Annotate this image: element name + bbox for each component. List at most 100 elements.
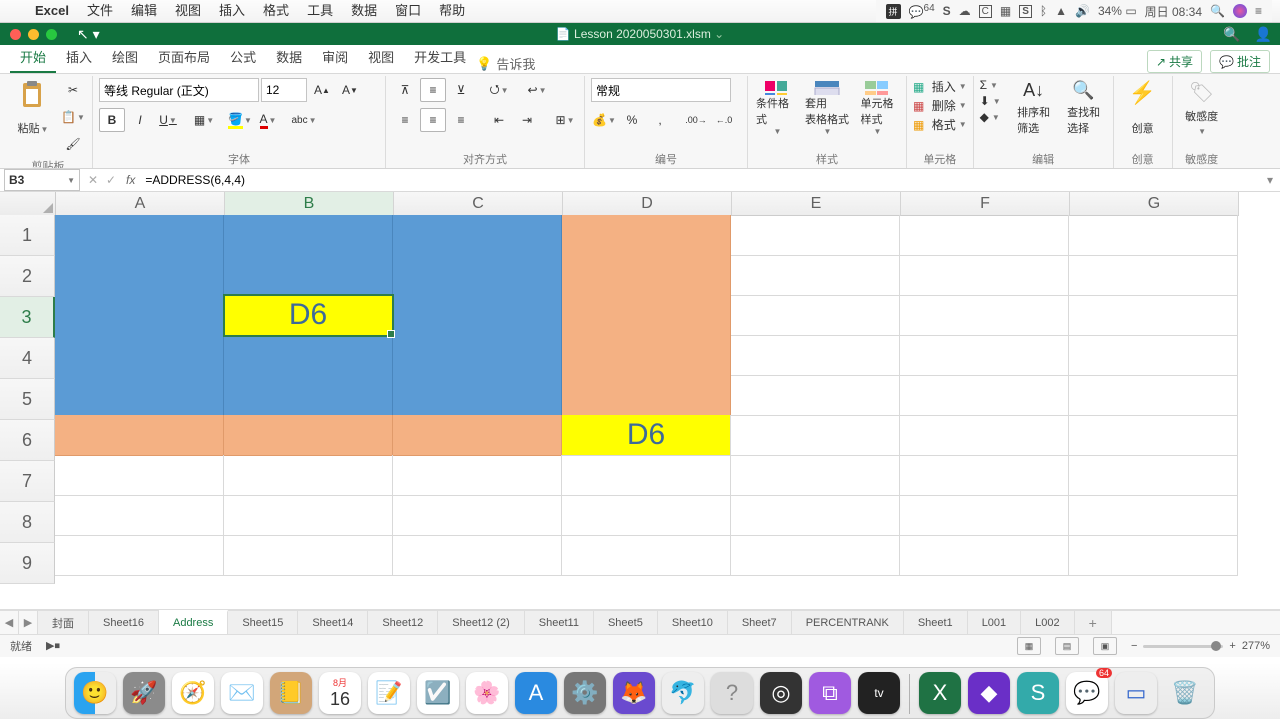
delete-cells-button[interactable]: ▦ 删除▼: [913, 97, 967, 114]
select-all-corner[interactable]: [0, 192, 56, 216]
dock-settings[interactable]: ⚙️: [564, 672, 606, 714]
spreadsheet-grid[interactable]: A B C D E F G 1 2 3 4 5 6 7 8 9 D6 D6: [0, 192, 1280, 610]
col-header-g[interactable]: G: [1070, 192, 1239, 216]
increase-decimal-button[interactable]: .00→: [683, 108, 709, 132]
col-header-d[interactable]: D: [563, 192, 732, 216]
sheet-tab[interactable]: Sheet14: [298, 611, 368, 634]
dock-appletv[interactable]: tv: [858, 672, 900, 714]
font-size-combo[interactable]: [261, 78, 307, 102]
align-top-button[interactable]: ⊼: [392, 78, 418, 102]
menu-insert[interactable]: 插入: [210, 0, 254, 22]
wrap-text-button[interactable]: ↩▼: [524, 78, 550, 102]
fill-color-button[interactable]: 🪣▼: [227, 108, 253, 132]
sheet-tab[interactable]: Sheet7: [728, 611, 792, 634]
app-name[interactable]: Excel: [26, 0, 78, 22]
cut-button[interactable]: ✂: [60, 78, 86, 102]
font-name-combo[interactable]: [99, 78, 259, 102]
dock-excel[interactable]: X: [919, 672, 961, 714]
dock-mail[interactable]: ✉️: [221, 672, 263, 714]
tab-review[interactable]: 审阅: [312, 41, 358, 73]
zoom-level[interactable]: 277%: [1242, 640, 1270, 652]
format-cells-button[interactable]: ▦ 格式▼: [913, 116, 967, 133]
sheet-nav-prev[interactable]: ◀: [0, 611, 19, 634]
expand-formula-button[interactable]: ▾: [1260, 173, 1280, 187]
format-table-button[interactable]: 套用 表格格式▼: [804, 78, 850, 138]
cursor-tool[interactable]: ↖ ▾: [77, 26, 100, 43]
align-left-button[interactable]: ≡: [392, 108, 418, 132]
sheet-tab[interactable]: Sheet15: [228, 611, 298, 634]
wifi-icon[interactable]: ▲: [1055, 4, 1067, 18]
tab-layout[interactable]: 页面布局: [148, 41, 220, 73]
clock[interactable]: 周日 08:34: [1145, 3, 1202, 20]
conditional-format-button[interactable]: 条件格式▼: [754, 78, 800, 138]
col-header-b[interactable]: B: [225, 192, 394, 217]
dock-safari[interactable]: 🧭: [172, 672, 214, 714]
menu-view[interactable]: 视图: [166, 0, 210, 22]
row-header-5[interactable]: 5: [0, 379, 55, 420]
decrease-font-button[interactable]: A▼: [337, 78, 363, 102]
decrease-decimal-button[interactable]: ←.0: [711, 108, 737, 132]
dock-contacts[interactable]: 📒: [270, 672, 312, 714]
tell-me[interactable]: 💡告诉我: [476, 54, 535, 73]
comments-button[interactable]: 💬批注: [1210, 50, 1270, 73]
enter-formula-button[interactable]: ✓: [102, 173, 120, 187]
tab-insert[interactable]: 插入: [56, 41, 102, 73]
tab-formulas[interactable]: 公式: [220, 41, 266, 73]
apple-menu[interactable]: [8, 0, 26, 22]
col-header-f[interactable]: F: [901, 192, 1070, 216]
border-button[interactable]: ▦▼: [191, 108, 217, 132]
sheet-tab[interactable]: Sheet1: [904, 611, 968, 634]
dock-photos[interactable]: 🌸: [466, 672, 508, 714]
dock-podcasts[interactable]: ⧉: [809, 672, 851, 714]
s-icon[interactable]: S: [943, 4, 951, 18]
name-box[interactable]: B3▼: [4, 169, 80, 191]
menu-data[interactable]: 数据: [342, 0, 386, 22]
zoom-control[interactable]: − + 277%: [1131, 640, 1270, 652]
notification-center-icon[interactable]: ≡: [1255, 4, 1262, 18]
sheet-tab[interactable]: 封面: [38, 611, 89, 634]
sheet-tab[interactable]: L001: [968, 611, 1021, 634]
sheet-tab[interactable]: Sheet10: [658, 611, 728, 634]
dock-firefox[interactable]: 🦊: [613, 672, 655, 714]
dock-appstore[interactable]: A: [515, 672, 557, 714]
minimize-window-button[interactable]: [28, 29, 39, 40]
tab-draw[interactable]: 绘图: [102, 41, 148, 73]
dock-finder[interactable]: 🙂: [74, 672, 116, 714]
row-header-4[interactable]: 4: [0, 338, 55, 379]
macro-icon[interactable]: ▶⏹: [46, 639, 60, 653]
row-header-6[interactable]: 6: [0, 420, 55, 461]
comma-button[interactable]: ,: [647, 108, 673, 132]
menu-format[interactable]: 格式: [254, 0, 298, 22]
sheet-tab[interactable]: Sheet16: [89, 611, 159, 634]
align-center-button[interactable]: ≡: [420, 108, 446, 132]
sheet-tab[interactable]: Sheet12: [368, 611, 438, 634]
dock-calendar[interactable]: 8月16: [319, 672, 361, 714]
grid-icon[interactable]: ▦: [1000, 4, 1011, 18]
dock-help[interactable]: ?: [711, 672, 753, 714]
font-color-button[interactable]: A▼: [255, 108, 281, 132]
menu-tools[interactable]: 工具: [298, 0, 342, 22]
clear-button[interactable]: ◆▼: [980, 110, 1001, 124]
zoom-in-button[interactable]: +: [1229, 640, 1235, 652]
increase-font-button[interactable]: A▲: [309, 78, 335, 102]
zoom-slider[interactable]: [1143, 645, 1223, 648]
sheet-tab[interactable]: Sheet5: [594, 611, 658, 634]
row-header-2[interactable]: 2: [0, 256, 55, 297]
dock-trash[interactable]: 🗑️: [1164, 672, 1206, 714]
zoom-window-button[interactable]: [46, 29, 57, 40]
share-button[interactable]: ↗共享: [1147, 50, 1202, 73]
merge-button[interactable]: ⊞▼: [552, 108, 578, 132]
bluetooth-icon[interactable]: ᛒ: [1040, 4, 1047, 18]
cancel-formula-button[interactable]: ✕: [84, 173, 102, 187]
dock-wondershare[interactable]: ◆: [968, 672, 1010, 714]
copy-button[interactable]: 📋▼: [60, 105, 86, 129]
format-painter-button[interactable]: 🖌: [60, 132, 86, 156]
dock-obs[interactable]: ◎: [760, 672, 802, 714]
dock-wechat[interactable]: 💬64: [1066, 672, 1108, 714]
find-select-button[interactable]: 🔍查找和 选择: [1061, 78, 1107, 138]
cell-b3[interactable]: D6: [224, 295, 393, 336]
row-header-3[interactable]: 3: [0, 297, 55, 338]
zoom-out-button[interactable]: −: [1131, 640, 1137, 652]
menu-help[interactable]: 帮助: [430, 0, 474, 22]
sort-filter-button[interactable]: A↓排序和 筛选: [1011, 78, 1057, 138]
